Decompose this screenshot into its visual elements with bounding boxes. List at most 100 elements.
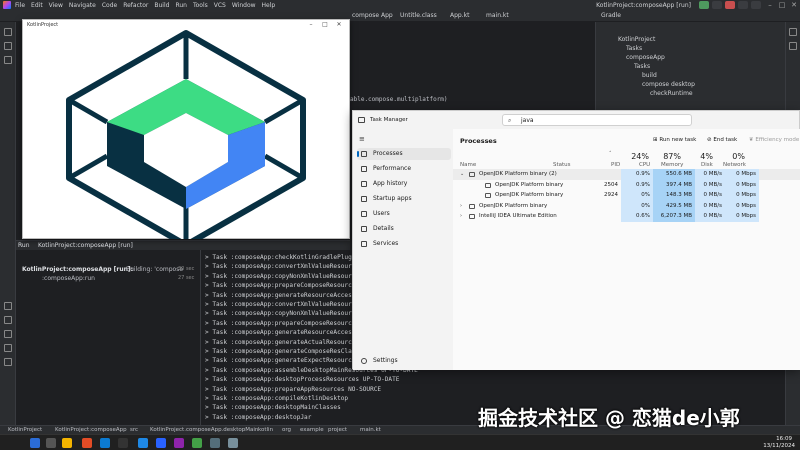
chevron-right-icon[interactable]: › — [460, 211, 462, 222]
browser-icon[interactable] — [82, 438, 92, 448]
clock-time[interactable]: 16:09 — [776, 436, 792, 442]
java-app-icon[interactable] — [210, 438, 220, 448]
menu-help[interactable]: Help — [262, 2, 276, 9]
compose-desktop-window[interactable]: KotlinProject – □ ✕ — [22, 19, 350, 239]
file-explorer-icon[interactable] — [62, 438, 72, 448]
start-icon[interactable] — [30, 438, 40, 448]
menu-file[interactable]: File — [15, 2, 25, 9]
menu-vcs[interactable]: VCS — [214, 2, 226, 9]
process-row[interactable]: › OpenJDK Platform binary 0% 429.5 MB 0 MB/s… — [453, 200, 800, 212]
gradle-tree-item[interactable]: Tasks — [626, 45, 642, 52]
menu-run[interactable]: Run — [175, 2, 187, 9]
intellij-taskbar-icon[interactable] — [174, 438, 184, 448]
process-row[interactable]: OpenJDK Platform binary 2924 0% 148.3 MB 0 M… — [453, 190, 800, 201]
menu-code[interactable]: Code — [102, 2, 117, 9]
debug-button[interactable] — [712, 1, 722, 9]
column-memory[interactable]: Memory — [661, 162, 683, 168]
tab-app-kt[interactable]: App.kt — [450, 12, 469, 19]
gradle-tree-item[interactable]: KotlinProject — [618, 36, 655, 43]
end-task-button[interactable]: ⊘ End task — [707, 137, 737, 143]
breadcrumb-item[interactable]: example — [300, 427, 324, 433]
gradle-tool-icon[interactable] — [789, 42, 797, 50]
structure-icon[interactable] — [4, 56, 12, 64]
commit-icon[interactable] — [4, 42, 12, 50]
menu-view[interactable]: View — [49, 2, 63, 9]
nav-performance[interactable]: Performance — [357, 163, 451, 175]
column-cpu[interactable]: CPU — [639, 162, 650, 168]
run-configuration-selector[interactable]: KotlinProject:composeApp [run] — [596, 2, 691, 9]
stop-button[interactable] — [725, 1, 735, 9]
column-disk[interactable]: Disk — [701, 162, 713, 168]
menu-tools[interactable]: Tools — [193, 2, 208, 9]
android-studio-icon[interactable] — [192, 438, 202, 448]
breadcrumb-item[interactable]: src — [130, 427, 138, 433]
task-manager-taskbar-icon[interactable] — [228, 438, 238, 448]
project-icon[interactable] — [4, 28, 12, 36]
column-pid[interactable]: PID — [611, 162, 620, 168]
tab-untitle-class[interactable]: Untitle.class — [400, 12, 437, 19]
menu-edit[interactable]: Edit — [31, 2, 43, 9]
terminal-icon[interactable] — [4, 316, 12, 324]
column-name[interactable]: Name — [460, 162, 476, 168]
process-row[interactable]: OpenJDK Platform binary 2504 0.9% 397.4 MB 0… — [453, 179, 800, 191]
close-icon[interactable]: ✕ — [788, 0, 800, 10]
nav-processes[interactable]: Processes — [357, 148, 451, 160]
hamburger-menu-icon[interactable]: ≡ — [359, 135, 365, 143]
menu-window[interactable]: Window — [232, 2, 256, 9]
column-status[interactable]: Status — [553, 162, 571, 168]
tab-main-kt[interactable]: main.kt — [486, 12, 509, 19]
breadcrumb-item[interactable]: KotlinProject — [8, 427, 42, 433]
breadcrumb-item[interactable]: main.kt — [360, 427, 381, 433]
run-tab[interactable]: KotlinProject:composeApp [run] — [38, 242, 133, 249]
minimize-icon[interactable]: – — [305, 20, 317, 29]
nav-users[interactable]: Users — [357, 208, 451, 220]
gradle-tree-item[interactable]: build — [642, 72, 657, 79]
app-icon[interactable] — [156, 438, 166, 448]
minimize-icon[interactable]: – — [764, 0, 776, 10]
git-icon[interactable] — [4, 344, 12, 352]
problems-icon[interactable] — [4, 330, 12, 338]
run-tree-child[interactable]: :composeApp:run — [42, 275, 95, 282]
task-manager-window[interactable]: Task Manager ⌕ java ≡ Processes Performan… — [352, 110, 800, 370]
compose-window-titlebar[interactable]: KotlinProject — [23, 20, 349, 29]
run-tree-root[interactable]: KotlinProject:composeApp [run]: — [22, 266, 133, 273]
search-everywhere-icon[interactable] — [738, 1, 748, 9]
column-network[interactable]: Network — [723, 162, 746, 168]
search-icon[interactable] — [46, 438, 56, 448]
breadcrumb-item[interactable]: KotlinProject:composeApp — [55, 427, 127, 433]
gradle-tree-item[interactable]: composeApp — [626, 54, 665, 61]
close-icon[interactable]: ✕ — [333, 20, 345, 29]
breadcrumb-item[interactable]: project — [328, 427, 347, 433]
chevron-down-icon[interactable]: ⌄ — [460, 169, 464, 180]
process-row[interactable]: › IntelliJ IDEA Ultimate Edition 0.6% 6,207… — [453, 211, 800, 222]
gradle-tree-item[interactable]: checkRuntime — [650, 90, 693, 97]
run-tool-icon[interactable] — [4, 302, 12, 310]
breadcrumb-item[interactable]: org — [282, 427, 291, 433]
nav-app-history[interactable]: App history — [357, 178, 451, 190]
gradle-tree-item[interactable]: compose desktop — [642, 81, 695, 88]
nav-settings[interactable]: Settings — [357, 355, 451, 367]
nav-details[interactable]: Details — [357, 223, 451, 235]
efficiency-mode-button[interactable]: ❦ Efficiency mode — [749, 137, 799, 143]
nav-startup-apps[interactable]: Startup apps — [357, 193, 451, 205]
run-new-task-button[interactable]: ⊞ Run new task — [653, 137, 696, 143]
gradle-tree-item[interactable]: Tasks — [634, 63, 650, 70]
app-icon[interactable] — [138, 438, 148, 448]
notifications-icon[interactable] — [789, 28, 797, 36]
menu-build[interactable]: Build — [154, 2, 169, 9]
settings-icon[interactable] — [751, 1, 761, 9]
menu-refactor[interactable]: Refactor — [123, 2, 148, 9]
process-row[interactable]: ⌄ OpenJDK Platform binary (2) 0.9% 550.6 MB… — [453, 169, 800, 180]
code-editor[interactable]: able.compose.multiplatform) — [350, 22, 595, 110]
maximize-icon[interactable]: □ — [776, 0, 788, 10]
chevron-right-icon[interactable]: › — [460, 201, 462, 212]
search-input[interactable]: ⌕ java — [502, 114, 692, 126]
clock-date[interactable]: 13/11/2024 — [763, 443, 795, 449]
menu-navigate[interactable]: Navigate — [69, 2, 96, 9]
tab-compose-app[interactable]: compose App — [352, 12, 393, 19]
breadcrumb-item[interactable]: KotlinProject.composeApp.desktopMain — [150, 427, 258, 433]
task-manager-titlebar[interactable]: Task Manager ⌕ java — [353, 111, 799, 129]
services-icon[interactable] — [4, 358, 12, 366]
nav-services[interactable]: Services — [357, 238, 451, 250]
edge-icon[interactable] — [100, 438, 110, 448]
